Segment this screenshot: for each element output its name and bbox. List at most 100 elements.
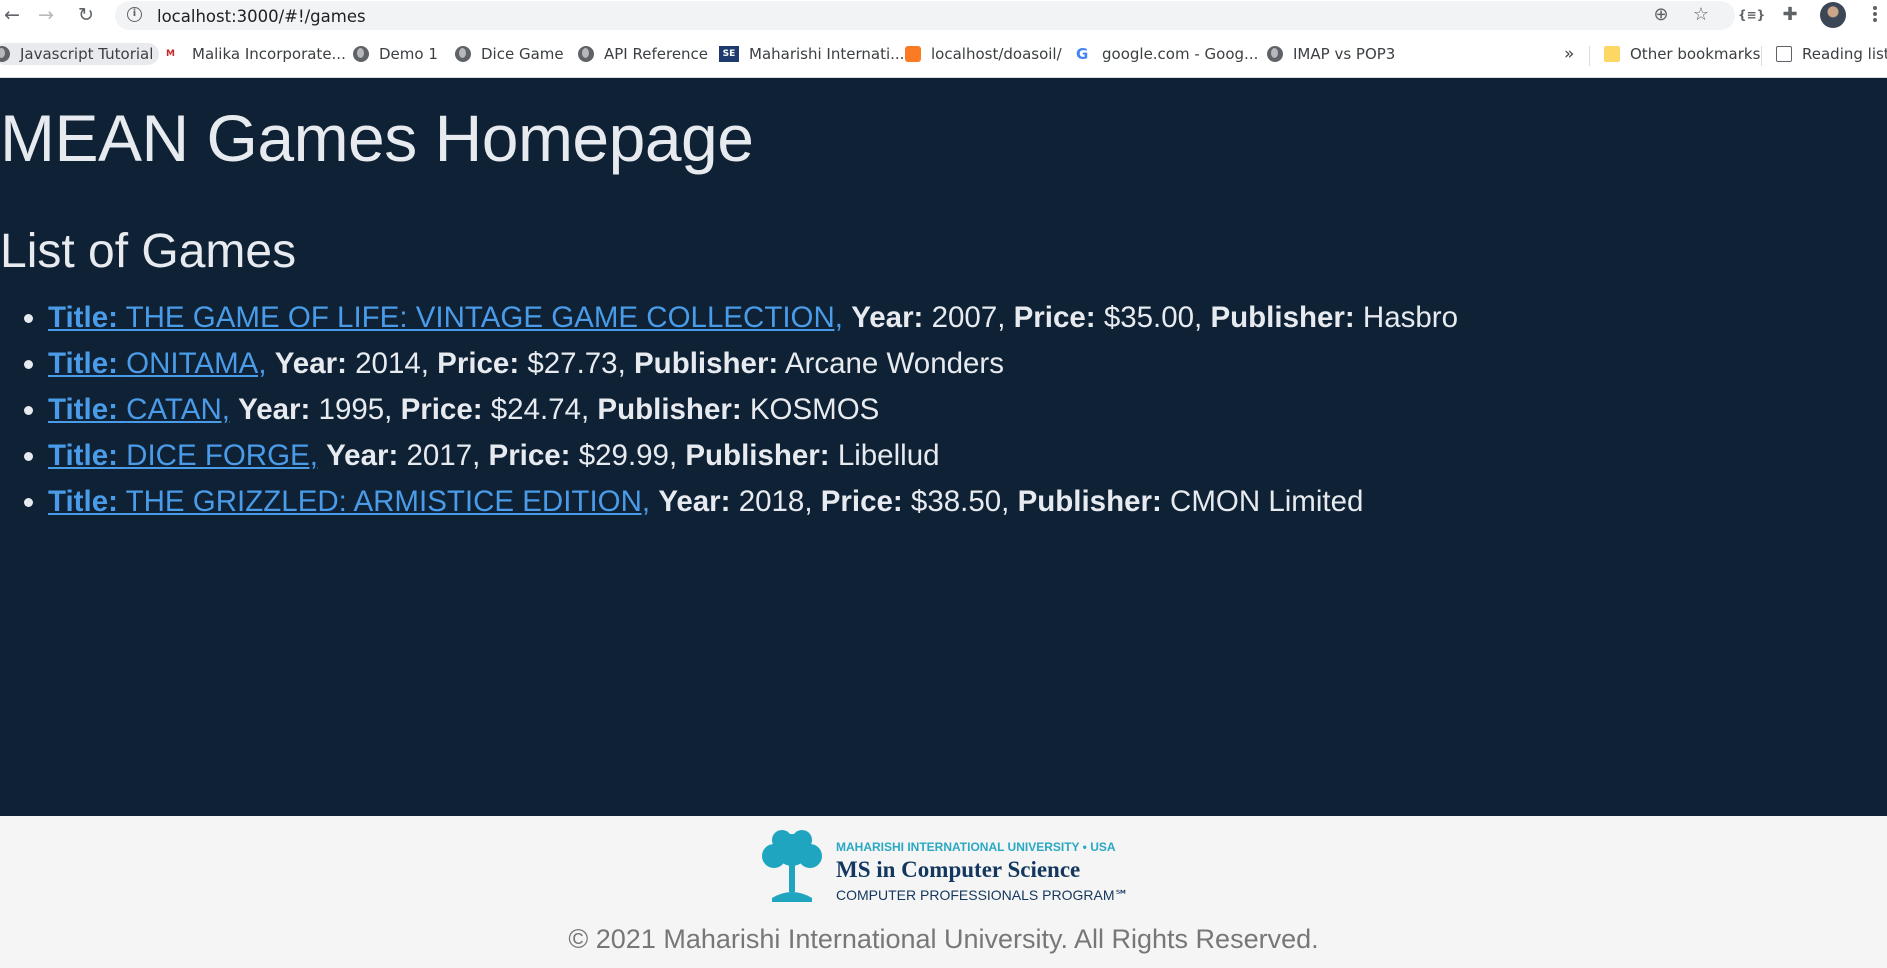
folder-icon xyxy=(1604,46,1620,62)
bookmarks-bar: Javascript Tutorial M Malika Incorporate… xyxy=(0,36,1887,78)
game-title-link[interactable]: Title: DICE FORGE, xyxy=(48,439,318,472)
game-title-link[interactable]: Title: CATAN, xyxy=(48,393,230,426)
page-title: MEAN Games Homepage xyxy=(0,101,754,175)
globe-icon xyxy=(353,46,369,62)
game-price: $38.50, xyxy=(910,485,1010,518)
game-year: 2018, xyxy=(738,485,813,518)
bookmark-maharishi[interactable]: SE Maharishi Internati... xyxy=(719,43,904,65)
forward-arrow-icon[interactable]: → xyxy=(34,4,58,26)
price-label: Price: xyxy=(437,347,520,380)
profile-avatar[interactable] xyxy=(1820,2,1846,28)
globe-icon xyxy=(578,46,594,62)
list-heading: List of Games xyxy=(0,225,297,278)
address-bar[interactable]: i localhost:3000/#!/games xyxy=(115,1,1735,30)
bookmark-label: Maharishi Internati... xyxy=(749,45,905,63)
year-label: Year: xyxy=(851,301,924,334)
game-year: 2007, xyxy=(931,301,1006,334)
page-footer: MAHARISHI INTERNATIONAL UNIVERSITY • USA… xyxy=(0,816,1887,968)
price-label: Price: xyxy=(1013,301,1096,334)
bookmark-google[interactable]: G google.com - Goog... xyxy=(1076,43,1258,65)
reload-icon[interactable]: ↻ xyxy=(74,4,98,26)
bookmark-star-icon[interactable]: ☆ xyxy=(1690,4,1712,26)
globe-icon xyxy=(1267,46,1283,62)
game-title-link[interactable]: Title: ONITAMA, xyxy=(48,347,267,380)
game-price: $27.73, xyxy=(527,347,626,380)
bookmarks-separator xyxy=(1761,46,1762,66)
university-logo: MAHARISHI INTERNATIONAL UNIVERSITY • USA… xyxy=(752,826,1132,910)
bookmark-label: Dice Game xyxy=(481,45,564,63)
json-extension-icon[interactable]: {≡} xyxy=(1738,4,1765,26)
bookmark-label: Malika Incorporate... xyxy=(192,45,346,63)
bookmarks-overflow-button[interactable]: » xyxy=(1564,43,1574,65)
publisher-label: Publisher: xyxy=(634,347,779,380)
game-publisher: Arcane Wonders xyxy=(784,347,1005,380)
game-item: Title: THE GRIZZLED: ARMISTICE EDITION, … xyxy=(48,479,1458,525)
logo-program-title: MS in Computer Science xyxy=(836,857,1081,882)
year-label: Year: xyxy=(238,393,311,426)
bookmark-label: Demo 1 xyxy=(379,45,438,63)
game-publisher: CMON Limited xyxy=(1170,485,1364,518)
extensions-puzzle-icon[interactable]: ✚ xyxy=(1779,4,1801,26)
publisher-label: Publisher: xyxy=(1017,485,1162,518)
bookmarks-separator xyxy=(1589,46,1590,66)
logo-university-text: MAHARISHI INTERNATIONAL UNIVERSITY • USA xyxy=(836,840,1116,854)
page-content: MEAN Games Homepage List of Games Title:… xyxy=(0,78,1887,816)
game-item: Title: THE GAME OF LIFE: VINTAGE GAME CO… xyxy=(48,295,1458,341)
xampp-favicon-icon xyxy=(905,46,921,62)
malika-favicon-icon: M xyxy=(166,49,175,59)
se-favicon-icon: SE xyxy=(719,46,739,62)
publisher-label: Publisher: xyxy=(1210,301,1355,334)
price-label: Price: xyxy=(400,393,483,426)
other-bookmarks-label: Other bookmarks xyxy=(1630,45,1761,63)
year-label: Year: xyxy=(274,347,347,380)
bookmark-label: IMAP vs POP3 xyxy=(1293,45,1396,63)
bookmark-label: localhost/doasoil/ xyxy=(931,45,1062,63)
site-info-icon[interactable]: i xyxy=(127,7,142,22)
game-item: Title: ONITAMA, Year: 2014, Price: $27.7… xyxy=(48,341,1458,387)
bookmark-imap-vs-pop3[interactable]: IMAP vs POP3 xyxy=(1267,43,1395,65)
browser-menu-icon[interactable] xyxy=(1868,4,1882,26)
google-icon: G xyxy=(1076,45,1089,63)
tree-logo-icon xyxy=(762,830,822,902)
bookmark-label: API Reference xyxy=(604,45,709,63)
logo-program-subtitle: COMPUTER PROFESSIONALS PROGRAM℠ xyxy=(836,887,1129,903)
price-label: Price: xyxy=(820,485,903,518)
year-label: Year: xyxy=(658,485,731,518)
reading-list-icon xyxy=(1776,46,1792,62)
game-price: $35.00, xyxy=(1103,301,1203,334)
games-list: Title: THE GAME OF LIFE: VINTAGE GAME CO… xyxy=(0,295,1458,525)
globe-icon xyxy=(0,46,10,62)
game-item: Title: DICE FORGE, Year: 2017, Price: $2… xyxy=(48,433,1458,479)
publisher-label: Publisher: xyxy=(597,393,742,426)
bookmark-malika[interactable]: M Malika Incorporate... xyxy=(166,43,346,65)
game-publisher: Libellud xyxy=(837,439,940,472)
year-label: Year: xyxy=(326,439,399,472)
globe-icon xyxy=(455,46,471,62)
game-year: 2017, xyxy=(406,439,481,472)
bookmark-demo-1[interactable]: Demo 1 xyxy=(353,43,438,65)
game-publisher: Hasbro xyxy=(1362,301,1459,334)
zoom-icon[interactable]: ⊕ xyxy=(1650,4,1672,26)
game-title-link[interactable]: Title: THE GAME OF LIFE: VINTAGE GAME CO… xyxy=(48,301,843,334)
game-price: $24.74, xyxy=(490,393,590,426)
copyright-text: © 2021 Maharishi International Universit… xyxy=(568,924,1319,954)
url-text[interactable]: localhost:3000/#!/games xyxy=(157,7,366,26)
game-price: $29.99, xyxy=(578,439,678,472)
price-label: Price: xyxy=(488,439,571,472)
reading-list[interactable]: Reading list xyxy=(1776,43,1887,65)
publisher-label: Publisher: xyxy=(685,439,830,472)
bookmark-api-reference[interactable]: API Reference xyxy=(578,43,708,65)
game-item: Title: CATAN, Year: 1995, Price: $24.74,… xyxy=(48,387,1458,433)
bookmark-label: Javascript Tutorial xyxy=(20,45,154,63)
bookmark-dice-game[interactable]: Dice Game xyxy=(455,43,564,65)
bookmark-label: google.com - Goog... xyxy=(1102,45,1259,63)
game-year: 2014, xyxy=(355,347,429,380)
bookmark-javascript-tutorial[interactable]: Javascript Tutorial xyxy=(0,43,160,65)
game-title-link[interactable]: Title: THE GRIZZLED: ARMISTICE EDITION, xyxy=(48,485,650,518)
back-arrow-icon[interactable]: ← xyxy=(0,4,24,26)
game-publisher: KOSMOS xyxy=(749,393,880,426)
bookmark-localhost-doasoil[interactable]: localhost/doasoil/ xyxy=(905,43,1062,65)
game-year: 1995, xyxy=(318,393,393,426)
other-bookmarks[interactable]: Other bookmarks xyxy=(1604,43,1760,65)
browser-toolbar: ← → ↻ i localhost:3000/#!/games ⊕ ☆ {≡} … xyxy=(0,0,1887,31)
